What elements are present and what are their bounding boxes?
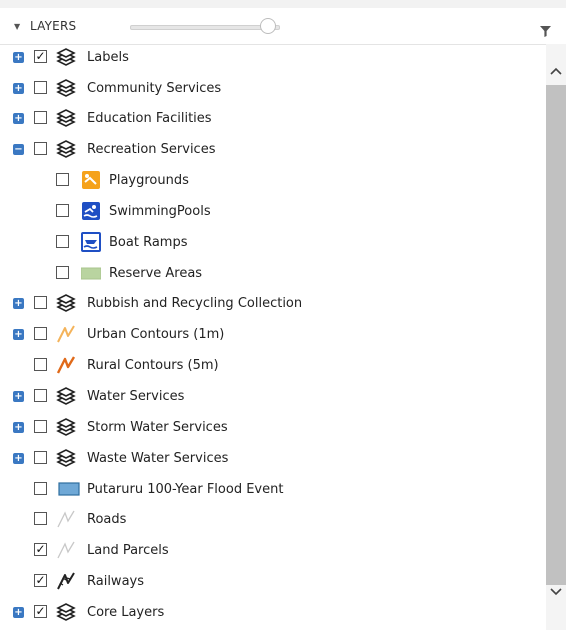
layers-stack-icon [56, 603, 76, 621]
layers-panel-header: ▼ LAYERS [0, 8, 566, 45]
layer-label: Railways [87, 574, 145, 589]
panel-top-strip [0, 0, 566, 8]
layers-stack-icon [56, 48, 76, 66]
layer-checkbox[interactable] [34, 111, 47, 124]
layer-label: Education Facilities [87, 111, 212, 126]
layer-row-community-services: + Community Services [0, 77, 546, 101]
collapse-caret-icon[interactable]: ▼ [14, 23, 20, 31]
playground-icon [82, 171, 100, 189]
layers-stack-icon [56, 418, 76, 436]
scrollbar-thumb[interactable] [546, 85, 566, 585]
expand-button[interactable]: + [13, 607, 24, 618]
layer-checkbox[interactable] [56, 173, 69, 186]
layers-stack-icon [56, 449, 76, 467]
layer-row-waste-water-services: + Waste Water Services [0, 447, 546, 471]
layer-checkbox[interactable] [34, 81, 47, 94]
expand-button[interactable]: + [13, 113, 24, 124]
layer-checkbox[interactable]: ✓ [34, 574, 47, 587]
scroll-down-icon[interactable] [550, 587, 562, 597]
layer-label: Urban Contours (1m) [87, 327, 225, 342]
contour-line-icon [56, 356, 76, 374]
layer-label: Land Parcels [87, 543, 169, 558]
layers-stack-icon [56, 140, 76, 158]
layer-checkbox[interactable] [34, 327, 47, 340]
layer-row-rural-contours: Rural Contours (5m) [0, 354, 546, 378]
layer-checkbox[interactable] [56, 266, 69, 279]
layers-stack-icon [56, 109, 76, 127]
layer-checkbox[interactable]: ✓ [34, 605, 47, 618]
expand-button[interactable]: + [13, 391, 24, 402]
expand-button[interactable]: + [13, 453, 24, 464]
layer-checkbox[interactable] [34, 482, 47, 495]
expand-button[interactable]: + [13, 422, 24, 433]
layer-label: Playgrounds [109, 173, 189, 188]
boat-ramp-icon [81, 232, 101, 252]
layer-row-education-facilities: + Education Facilities [0, 107, 546, 131]
layer-checkbox[interactable] [56, 204, 69, 217]
layer-label: Labels [87, 50, 129, 65]
layer-row-storm-water-services: + Storm Water Services [0, 416, 546, 440]
layer-row-labels: + ✓ Labels [0, 46, 546, 70]
layer-row-water-services: + Water Services [0, 385, 546, 409]
expand-button[interactable]: + [13, 52, 24, 63]
layer-row-core-layers: + ✓ Core Layers [0, 601, 546, 625]
layer-label: Rubbish and Recycling Collection [87, 296, 303, 311]
layer-checkbox[interactable] [34, 296, 47, 309]
swimming-pool-icon [82, 202, 100, 220]
opacity-slider[interactable] [130, 25, 280, 30]
layer-row-urban-contours: + Urban Contours (1m) [0, 323, 546, 347]
layer-row-reserve-areas: Reserve Areas [0, 262, 546, 286]
panel-title: LAYERS [30, 19, 77, 33]
layer-label: Waste Water Services [87, 451, 229, 466]
railway-line-icon [57, 572, 75, 590]
layer-row-recreation-services: − Recreation Services [0, 138, 546, 162]
vertical-scrollbar[interactable] [546, 44, 566, 630]
layer-checkbox[interactable] [34, 389, 47, 402]
layers-stack-icon [56, 79, 76, 97]
layer-label: Community Services [87, 81, 222, 96]
layer-checkbox[interactable] [34, 451, 47, 464]
parcel-line-icon [57, 541, 75, 559]
layer-checkbox[interactable] [34, 420, 47, 433]
layer-label: Core Layers [87, 605, 165, 620]
layer-list: + ✓ Labels + Community Services + Educat… [0, 44, 546, 630]
layer-label: Boat Ramps [109, 235, 188, 250]
layer-row-roads: Roads [0, 508, 546, 532]
collapse-button[interactable]: − [13, 144, 24, 155]
layer-label: Recreation Services [87, 142, 216, 157]
layer-checkbox[interactable] [34, 512, 47, 525]
layer-row-putaruru-flood: Putaruru 100-Year Flood Event [0, 478, 546, 502]
layer-row-railways: ✓ Railways [0, 570, 546, 594]
layer-row-land-parcels: ✓ Land Parcels [0, 539, 546, 563]
layer-label: Water Services [87, 389, 185, 404]
layer-checkbox[interactable]: ✓ [34, 50, 47, 63]
layers-stack-icon [56, 294, 76, 312]
layer-row-boat-ramps: Boat Ramps [0, 231, 546, 255]
layer-label: Rural Contours (5m) [87, 358, 219, 373]
layer-label: Roads [87, 512, 127, 527]
expand-button[interactable]: + [13, 329, 24, 340]
expand-button[interactable]: + [13, 83, 24, 94]
road-line-icon [57, 510, 75, 528]
scroll-up-icon[interactable] [550, 66, 562, 76]
opacity-slider-thumb[interactable] [260, 18, 276, 34]
layer-label: Putaruru 100-Year Flood Event [87, 482, 284, 497]
layer-checkbox[interactable] [34, 358, 47, 371]
filter-icon[interactable] [540, 26, 551, 37]
layer-checkbox[interactable]: ✓ [34, 543, 47, 556]
layers-stack-icon [56, 387, 76, 405]
contour-line-icon [57, 325, 75, 343]
layer-row-rubbish-recycling: + Rubbish and Recycling Collection [0, 292, 546, 316]
reserve-area-swatch [81, 267, 101, 280]
layer-checkbox[interactable] [56, 235, 69, 248]
layer-label: Reserve Areas [109, 266, 203, 281]
layer-row-playgrounds: Playgrounds [0, 169, 546, 193]
layer-row-swimming-pools: SwimmingPools [0, 200, 546, 224]
expand-button[interactable]: + [13, 298, 24, 309]
layer-label: SwimmingPools [109, 204, 211, 219]
flood-area-swatch [58, 482, 80, 496]
layer-label: Storm Water Services [87, 420, 228, 435]
layer-checkbox[interactable] [34, 142, 47, 155]
